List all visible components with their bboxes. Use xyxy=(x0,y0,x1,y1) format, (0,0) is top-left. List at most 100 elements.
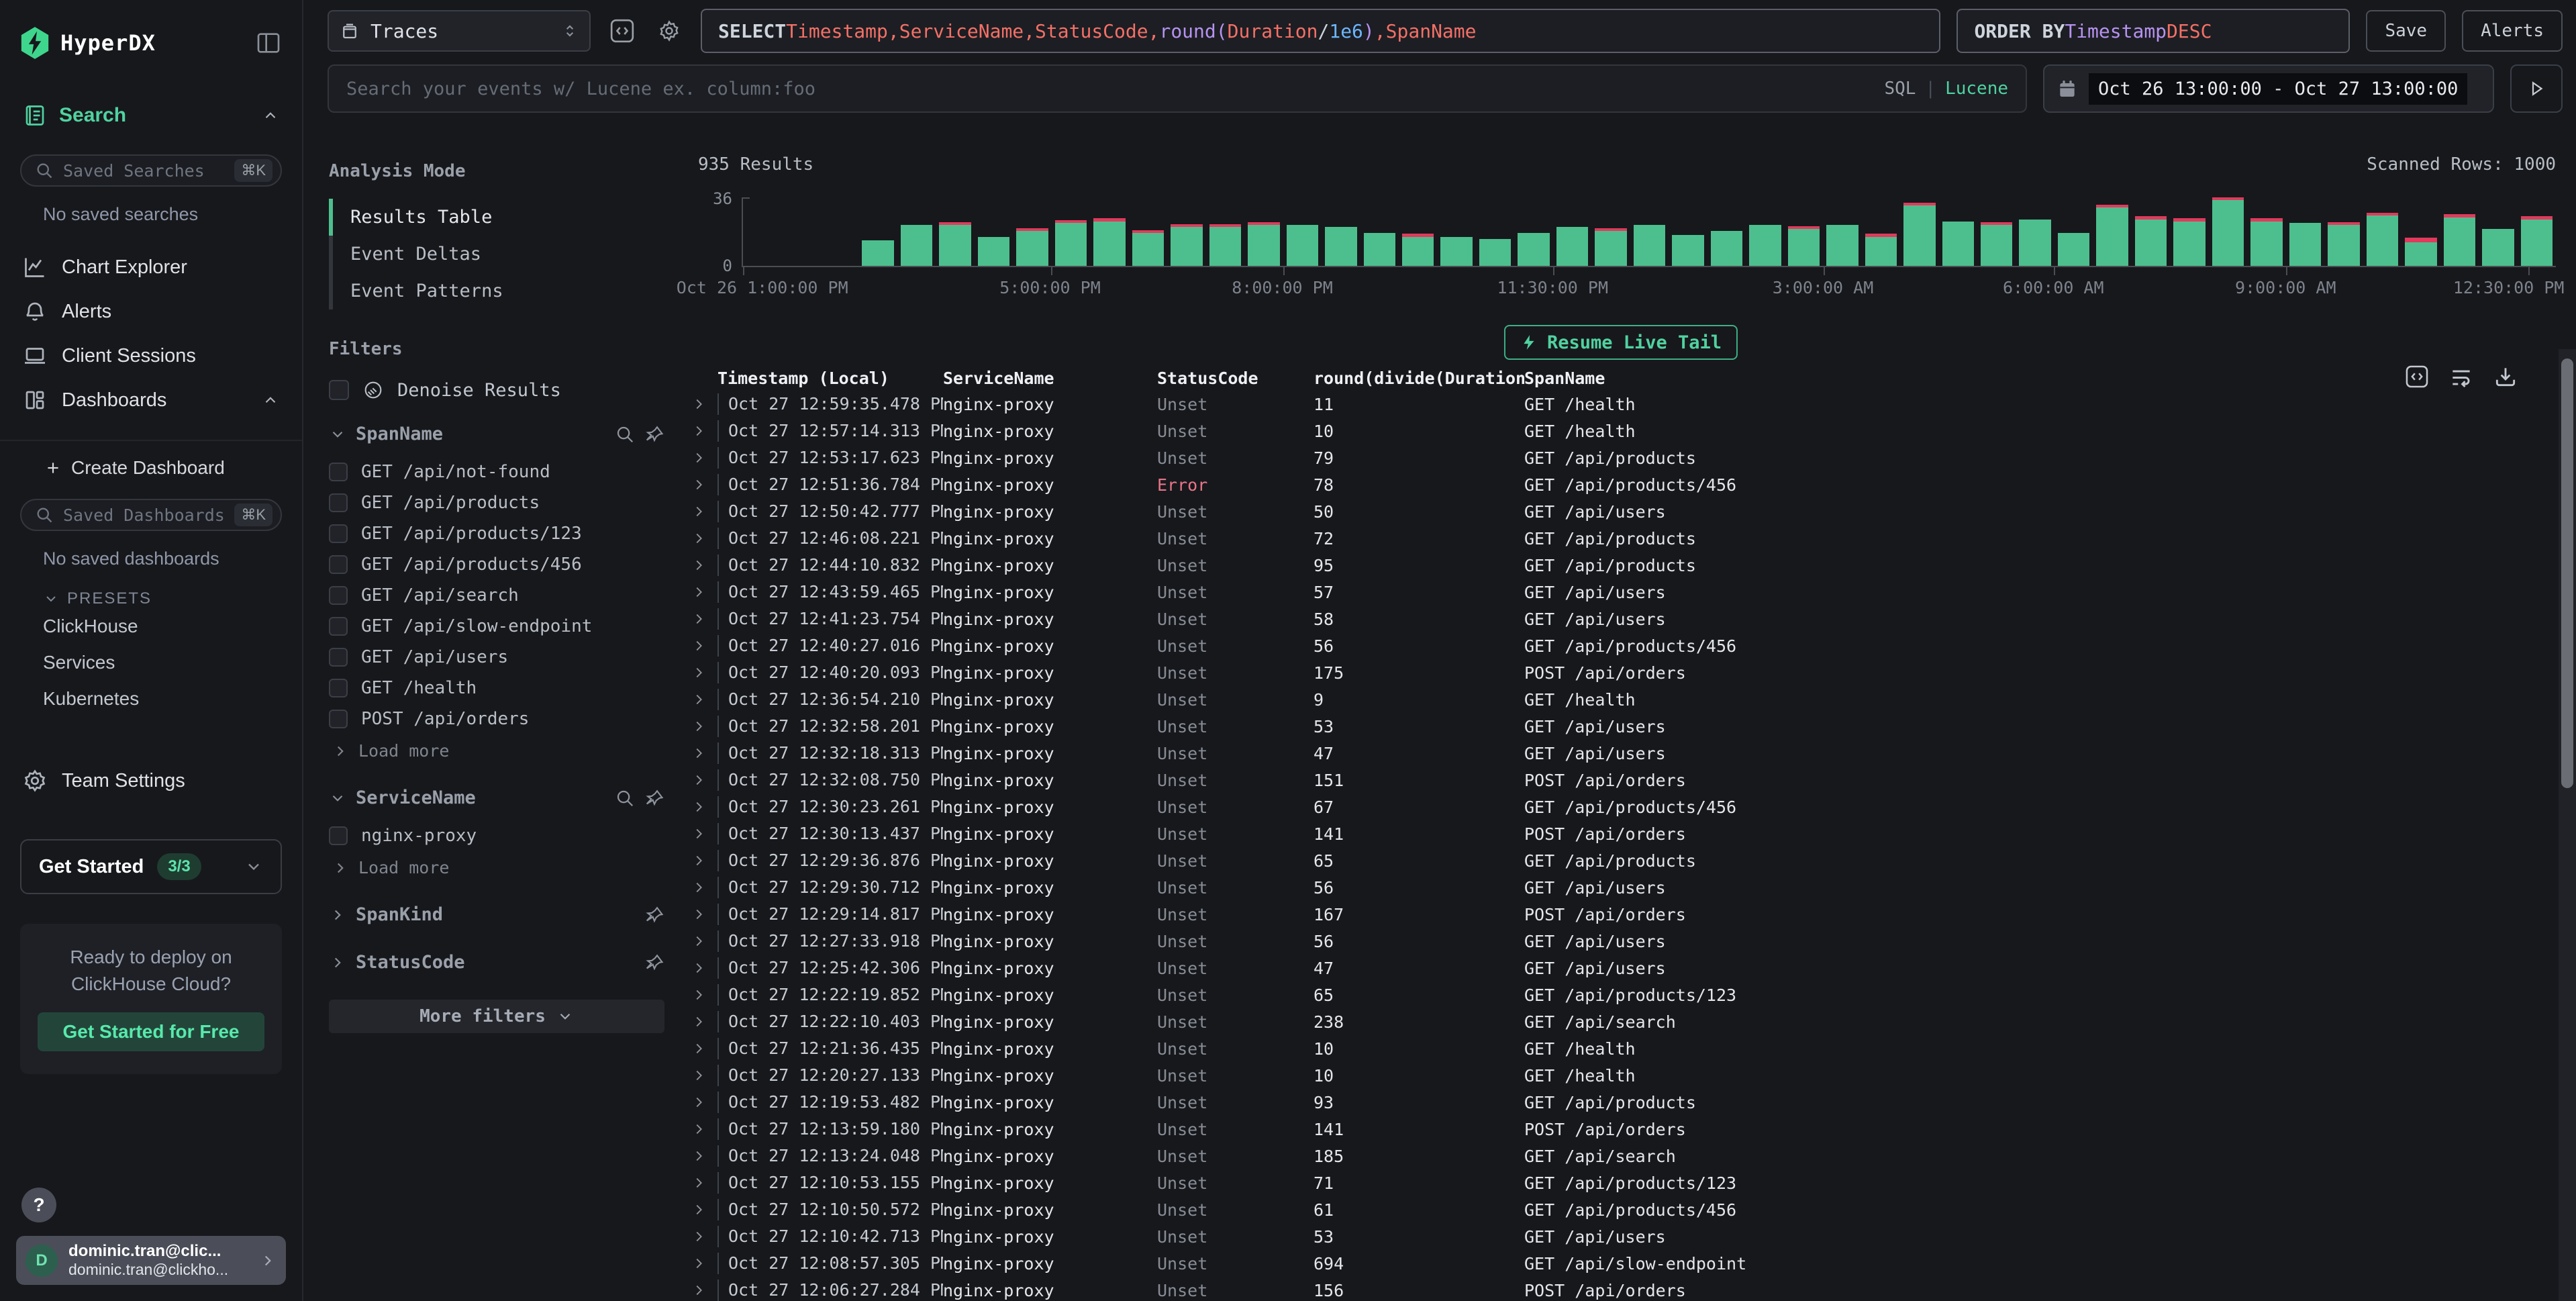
table-row[interactable]: Oct 27 12:30:23.261 PMnginx-proxyUnset67… xyxy=(678,793,2576,820)
pin-icon[interactable] xyxy=(644,905,664,925)
row-expand-icon[interactable] xyxy=(691,719,706,734)
run-query-button[interactable] xyxy=(2510,64,2563,113)
date-range-picker[interactable]: Oct 26 13:00:00 - Oct 27 13:00:00 xyxy=(2043,64,2494,113)
filter-option[interactable]: GET /api/search xyxy=(329,580,664,611)
row-expand-icon[interactable] xyxy=(691,934,706,949)
filter-option[interactable]: GET /health xyxy=(329,673,664,704)
filter-group-header-spanname[interactable]: SpanName xyxy=(329,424,664,444)
table-row[interactable]: Oct 27 12:57:14.313 PMnginx-proxyUnset10… xyxy=(678,418,2576,444)
pin-icon[interactable] xyxy=(644,424,664,444)
table-row[interactable]: Oct 27 12:51:36.784 PMnginx-proxyError78… xyxy=(678,471,2576,498)
sql-select-editor[interactable]: SELECT Timestamp,ServiceName,StatusCode,… xyxy=(701,9,1940,53)
sidebar-collapse-icon[interactable] xyxy=(255,30,282,56)
column-header-timestamp[interactable]: Timestamp (Local) xyxy=(717,369,943,388)
table-row[interactable]: Oct 27 12:53:17.623 PMnginx-proxyUnset79… xyxy=(678,444,2576,471)
table-row[interactable]: Oct 27 12:13:59.180 PMnginx-proxyUnset14… xyxy=(678,1116,2576,1143)
row-expand-icon[interactable] xyxy=(691,1175,706,1190)
row-expand-icon[interactable] xyxy=(691,558,706,573)
filter-option[interactable]: GET /api/users xyxy=(329,642,664,673)
chevron-right-icon[interactable] xyxy=(329,906,346,924)
row-expand-icon[interactable] xyxy=(691,1041,706,1056)
chevron-right-icon[interactable] xyxy=(329,954,346,971)
sidebar-item-client-sessions[interactable]: Client Sessions xyxy=(0,334,302,378)
row-expand-icon[interactable] xyxy=(691,477,706,492)
load-more-button[interactable]: Load more xyxy=(329,851,664,877)
search-input[interactable]: Search your events w/ Lucene ex. column:… xyxy=(328,64,2027,113)
chevron-down-icon[interactable] xyxy=(329,426,346,443)
filter-option[interactable]: GET /api/not-found xyxy=(329,456,664,487)
row-expand-icon[interactable] xyxy=(691,1149,706,1163)
analysis-mode-event-deltas[interactable]: Event Deltas xyxy=(333,236,664,273)
more-filters-button[interactable]: More filters xyxy=(329,1000,664,1033)
sidebar-item-alerts[interactable]: Alerts xyxy=(0,289,302,334)
sql-mode-button[interactable]: SQL xyxy=(1884,79,1916,99)
user-menu[interactable]: D dominic.tran@clic... dominic.tran@clic… xyxy=(16,1236,286,1285)
row-expand-icon[interactable] xyxy=(691,746,706,761)
row-expand-icon[interactable] xyxy=(691,1256,706,1271)
row-expand-icon[interactable] xyxy=(691,1014,706,1029)
alerts-button[interactable]: Alerts xyxy=(2462,10,2563,52)
create-dashboard-button[interactable]: Create Dashboard xyxy=(0,440,302,479)
chevron-up-icon[interactable] xyxy=(262,107,279,124)
denoise-checkbox[interactable] xyxy=(329,380,349,400)
row-expand-icon[interactable] xyxy=(691,1122,706,1137)
table-row[interactable]: Oct 27 12:36:54.210 PMnginx-proxyUnset9G… xyxy=(678,686,2576,713)
row-expand-icon[interactable] xyxy=(691,424,706,438)
vertical-scrollbar[interactable] xyxy=(2559,349,2576,1301)
row-expand-icon[interactable] xyxy=(691,450,706,465)
table-row[interactable]: Oct 27 12:10:53.155 PMnginx-proxyUnset71… xyxy=(678,1169,2576,1196)
column-header-statuscode[interactable]: StatusCode xyxy=(1157,369,1314,388)
hyperdx-logo-icon[interactable] xyxy=(20,27,50,59)
column-header-servicename[interactable]: ServiceName xyxy=(943,369,1157,388)
checkbox[interactable] xyxy=(329,710,348,728)
table-row[interactable]: Oct 27 12:25:42.306 PMnginx-proxyUnset47… xyxy=(678,955,2576,981)
row-expand-icon[interactable] xyxy=(691,612,706,626)
filter-option[interactable]: GET /api/products/123 xyxy=(329,518,664,549)
table-row[interactable]: Oct 27 12:19:53.482 PMnginx-proxyUnset93… xyxy=(678,1089,2576,1116)
preset-kubernetes[interactable]: Kubernetes xyxy=(43,681,302,717)
preset-clickhouse[interactable]: ClickHouse xyxy=(43,608,302,644)
denoise-results-toggle[interactable]: Denoise Results xyxy=(329,379,664,401)
table-row[interactable]: Oct 27 12:29:14.817 PMnginx-proxyUnset16… xyxy=(678,901,2576,928)
row-expand-icon[interactable] xyxy=(691,665,706,680)
checkbox[interactable] xyxy=(329,524,348,543)
row-expand-icon[interactable] xyxy=(691,773,706,787)
row-expand-icon[interactable] xyxy=(691,1202,706,1217)
checkbox[interactable] xyxy=(329,648,348,667)
load-more-button[interactable]: Load more xyxy=(329,734,664,761)
filter-option[interactable]: GET /api/slow-endpoint xyxy=(329,611,664,642)
row-expand-icon[interactable] xyxy=(691,800,706,814)
chevron-up-icon[interactable] xyxy=(262,391,279,409)
table-row[interactable]: Oct 27 12:44:10.832 PMnginx-proxyUnset95… xyxy=(678,552,2576,579)
column-header-duration[interactable]: round(divide(Duration, xyxy=(1314,369,1524,388)
checkbox[interactable] xyxy=(329,826,348,845)
checkbox[interactable] xyxy=(329,463,348,481)
filter-group-header-statuscode[interactable]: StatusCode xyxy=(329,952,664,973)
row-expand-icon[interactable] xyxy=(691,504,706,519)
row-expand-icon[interactable] xyxy=(691,1095,706,1110)
table-row[interactable]: Oct 27 12:50:42.777 PMnginx-proxyUnset50… xyxy=(678,498,2576,525)
code-toggle-icon[interactable] xyxy=(607,15,638,46)
row-expand-icon[interactable] xyxy=(691,987,706,1002)
search-icon[interactable] xyxy=(615,424,635,444)
table-row[interactable]: Oct 27 12:32:08.750 PMnginx-proxyUnset15… xyxy=(678,767,2576,793)
row-expand-icon[interactable] xyxy=(691,961,706,975)
checkbox[interactable] xyxy=(329,555,348,574)
gear-icon[interactable] xyxy=(654,15,685,46)
table-row[interactable]: Oct 27 12:10:50.572 PMnginx-proxyUnset61… xyxy=(678,1196,2576,1223)
row-expand-icon[interactable] xyxy=(691,638,706,653)
chevron-down-icon[interactable] xyxy=(329,789,346,807)
scrollbar-thumb[interactable] xyxy=(2561,358,2573,788)
table-row[interactable]: Oct 27 12:08:57.305 PMnginx-proxyUnset69… xyxy=(678,1250,2576,1277)
get-started-free-button[interactable]: Get Started for Free xyxy=(38,1012,264,1051)
filter-option[interactable]: nginx-proxy xyxy=(329,820,664,851)
row-expand-icon[interactable] xyxy=(691,692,706,707)
get-started-card[interactable]: Get Started 3/3 xyxy=(20,839,282,894)
table-row[interactable]: Oct 27 12:13:24.048 PMnginx-proxyUnset18… xyxy=(678,1143,2576,1169)
pin-icon[interactable] xyxy=(644,788,664,808)
preset-services[interactable]: Services xyxy=(43,644,302,681)
sql-orderby-editor[interactable]: ORDER BY Timestamp DESC xyxy=(1956,9,2350,53)
search-icon[interactable] xyxy=(615,788,635,808)
table-row[interactable]: Oct 27 12:20:27.133 PMnginx-proxyUnset10… xyxy=(678,1062,2576,1089)
table-row[interactable]: Oct 27 12:32:58.201 PMnginx-proxyUnset53… xyxy=(678,713,2576,740)
